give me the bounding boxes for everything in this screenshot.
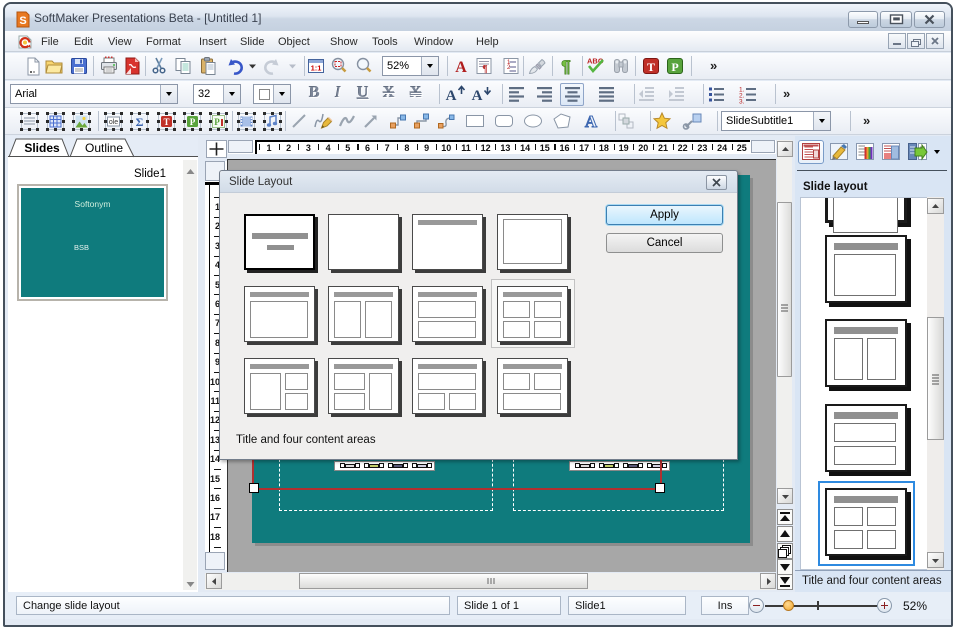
svg-text:P: P	[671, 60, 678, 74]
svg-text:A: A	[446, 88, 457, 104]
svg-text:Slides: Slides	[24, 141, 60, 155]
svg-text:A: A	[472, 88, 483, 104]
svg-text:¶: ¶	[482, 64, 487, 75]
svg-text:Outline: Outline	[85, 141, 123, 155]
svg-text:T: T	[647, 60, 655, 74]
svg-text:A: A	[585, 112, 598, 131]
svg-text:A: A	[455, 59, 467, 76]
svg-text:3.: 3.	[739, 99, 745, 106]
svg-text:S: S	[19, 15, 26, 27]
svg-text:¶: ¶	[561, 57, 570, 76]
svg-text:1:1: 1:1	[311, 64, 322, 73]
